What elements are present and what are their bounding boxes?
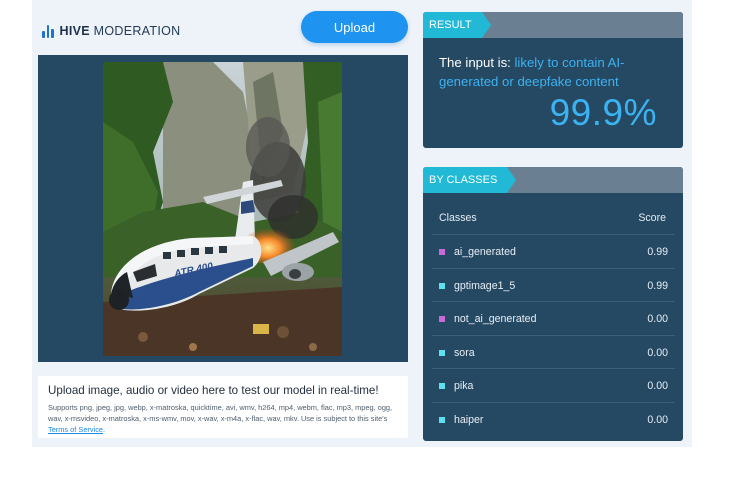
class-name: sora	[454, 346, 475, 359]
upload-info-box: Upload image, audio or video here to tes…	[38, 376, 408, 438]
class-color-swatch	[439, 316, 445, 322]
result-score: 99.9%	[549, 92, 657, 133]
result-card: RESULT The input is: likely to contain A…	[423, 12, 683, 148]
class-name: ai_generated	[454, 246, 516, 258]
class-color-swatch	[439, 416, 445, 423]
classes-column-header: Classes	[439, 212, 477, 224]
class-color-swatch	[439, 383, 445, 389]
result-card-header: RESULT	[423, 12, 683, 38]
class-score: 0.99	[647, 279, 668, 292]
class-name: pika	[454, 380, 474, 392]
class-score: 0.00	[647, 380, 668, 392]
score-column-header: Score	[638, 212, 666, 224]
class-row: pika 0.00	[432, 368, 675, 403]
class-score: 0.00	[647, 413, 668, 426]
class-score: 0.00	[647, 346, 668, 359]
class-name: not_ai_generated	[454, 313, 537, 325]
supported-formats-text: Supports png, jpeg, jpg, webp, x-matrosk…	[48, 402, 400, 436]
result-tag: RESULT	[423, 12, 491, 38]
class-name: haiper	[454, 413, 484, 426]
class-row: haiper 0.00	[432, 401, 675, 437]
upload-instructions-title: Upload image, audio or video here to tes…	[48, 384, 379, 397]
class-color-swatch	[439, 282, 445, 289]
hive-logo: HIVE MODERATION	[42, 23, 180, 39]
upload-button[interactable]: Upload	[301, 11, 408, 43]
class-row: sora 0.00	[432, 334, 675, 370]
uploaded-image: ATR 400	[103, 62, 342, 356]
class-row: gptimage1_5 0.99	[432, 267, 675, 303]
tos-suffix: .	[103, 425, 106, 435]
brand-name: HIVE MODERATION	[60, 24, 181, 38]
supported-formats-list: Supports png, jpeg, jpg, webp, x-matrosk…	[48, 403, 393, 424]
classes-tag: BY CLASSES	[423, 167, 517, 193]
brand-name-light: MODERATION	[93, 24, 181, 38]
class-row: ai_generated 0.99	[432, 234, 675, 269]
class-name: gptimage1_5	[454, 279, 516, 292]
result-prefix: The input is:	[439, 55, 515, 70]
class-score: 0.00	[647, 313, 668, 325]
class-score: 0.99	[647, 246, 668, 258]
class-color-swatch	[439, 249, 445, 255]
result-verdict: The input is: likely to contain AI-gener…	[439, 54, 669, 91]
class-row: not_ai_generated 0.00	[432, 301, 675, 336]
classes-card: BY CLASSES Classes Score ai_generated 0.…	[423, 167, 683, 441]
brand-name-bold: HIVE	[59, 24, 90, 38]
classes-card-header: BY CLASSES	[423, 167, 683, 193]
bars-icon	[42, 24, 54, 38]
class-color-swatch	[439, 349, 445, 356]
terms-of-service-link[interactable]: Terms of Service	[48, 425, 103, 434]
